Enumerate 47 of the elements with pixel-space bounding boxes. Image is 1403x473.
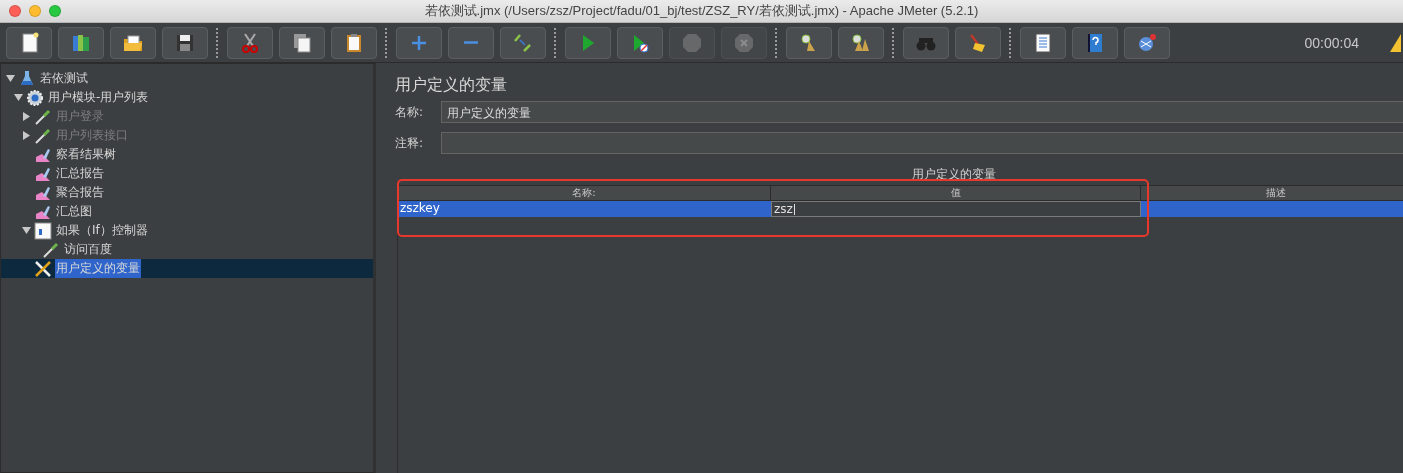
- toolbar-button[interactable]: [110, 26, 156, 59]
- tools-icon: [34, 259, 52, 278]
- dropper-icon: [34, 126, 52, 145]
- cell-editor[interactable]: zsz: [771, 201, 1141, 217]
- dropper-icon: [34, 107, 52, 126]
- flask-icon: [18, 69, 36, 88]
- toolbar-button[interactable]: [955, 26, 1001, 59]
- toolbar-button[interactable]: [162, 26, 208, 59]
- name-field[interactable]: 用户定义的变量: [441, 101, 1403, 123]
- tree-item[interactable]: 汇总报告: [55, 164, 105, 183]
- window-icon: [34, 221, 52, 240]
- collapse-arrow-icon[interactable]: [22, 226, 31, 235]
- dropper-icon: [42, 240, 60, 259]
- tree-item[interactable]: 聚合报告: [55, 183, 105, 202]
- tree-item[interactable]: 如果（If）控制器: [55, 221, 149, 240]
- tree-item[interactable]: 汇总图: [55, 202, 93, 221]
- close-button[interactable]: [9, 5, 21, 17]
- tree-item[interactable]: 访问百度: [63, 240, 113, 259]
- panel-title: 用户定义的变量: [395, 75, 508, 96]
- column-header[interactable]: 描述: [1141, 186, 1403, 201]
- collapse-arrow-icon[interactable]: [14, 93, 23, 102]
- column-header[interactable]: 名称:: [398, 186, 771, 201]
- toolbar-button[interactable]: [6, 26, 52, 59]
- table-cell[interactable]: [1141, 201, 1403, 217]
- tree-item[interactable]: 用户模块-用户列表: [47, 88, 150, 107]
- elapsed-time: 00:00:04: [1304, 34, 1359, 51]
- tree-item[interactable]: 用户定义的变量: [55, 259, 141, 278]
- gear-icon: [26, 88, 44, 107]
- table-title: 用户定义的变量: [911, 166, 997, 183]
- field-label: 注释:: [395, 134, 425, 152]
- table-cell[interactable]: zszkey: [398, 201, 771, 217]
- toolbar-button[interactable]: [1072, 26, 1118, 59]
- collapse-arrow-icon[interactable]: [6, 74, 15, 83]
- toolbar-button[interactable]: [786, 26, 832, 59]
- tree-item[interactable]: 若依测试: [39, 69, 89, 88]
- toolbar-button[interactable]: [1020, 26, 1066, 59]
- window-title: 若依测试.jmx (/Users/zsz/Project/fadu/01_bj/test/ZSZ_RY/若依测试.jmx) - Apache JMeter (5.2.1): [424, 2, 979, 20]
- column-header[interactable]: 值: [771, 186, 1141, 201]
- tree-item[interactable]: 察看结果树: [55, 145, 117, 164]
- field-label: 名称:: [395, 103, 425, 121]
- comment-field[interactable]: [441, 132, 1403, 154]
- toolbar-button[interactable]: [58, 26, 104, 59]
- toolbar-button[interactable]: [331, 26, 377, 59]
- minus-icon: [464, 41, 478, 44]
- warning-icon[interactable]: [1389, 32, 1403, 53]
- toolbar-button[interactable]: [279, 26, 325, 59]
- toolbar-button[interactable]: [838, 26, 884, 59]
